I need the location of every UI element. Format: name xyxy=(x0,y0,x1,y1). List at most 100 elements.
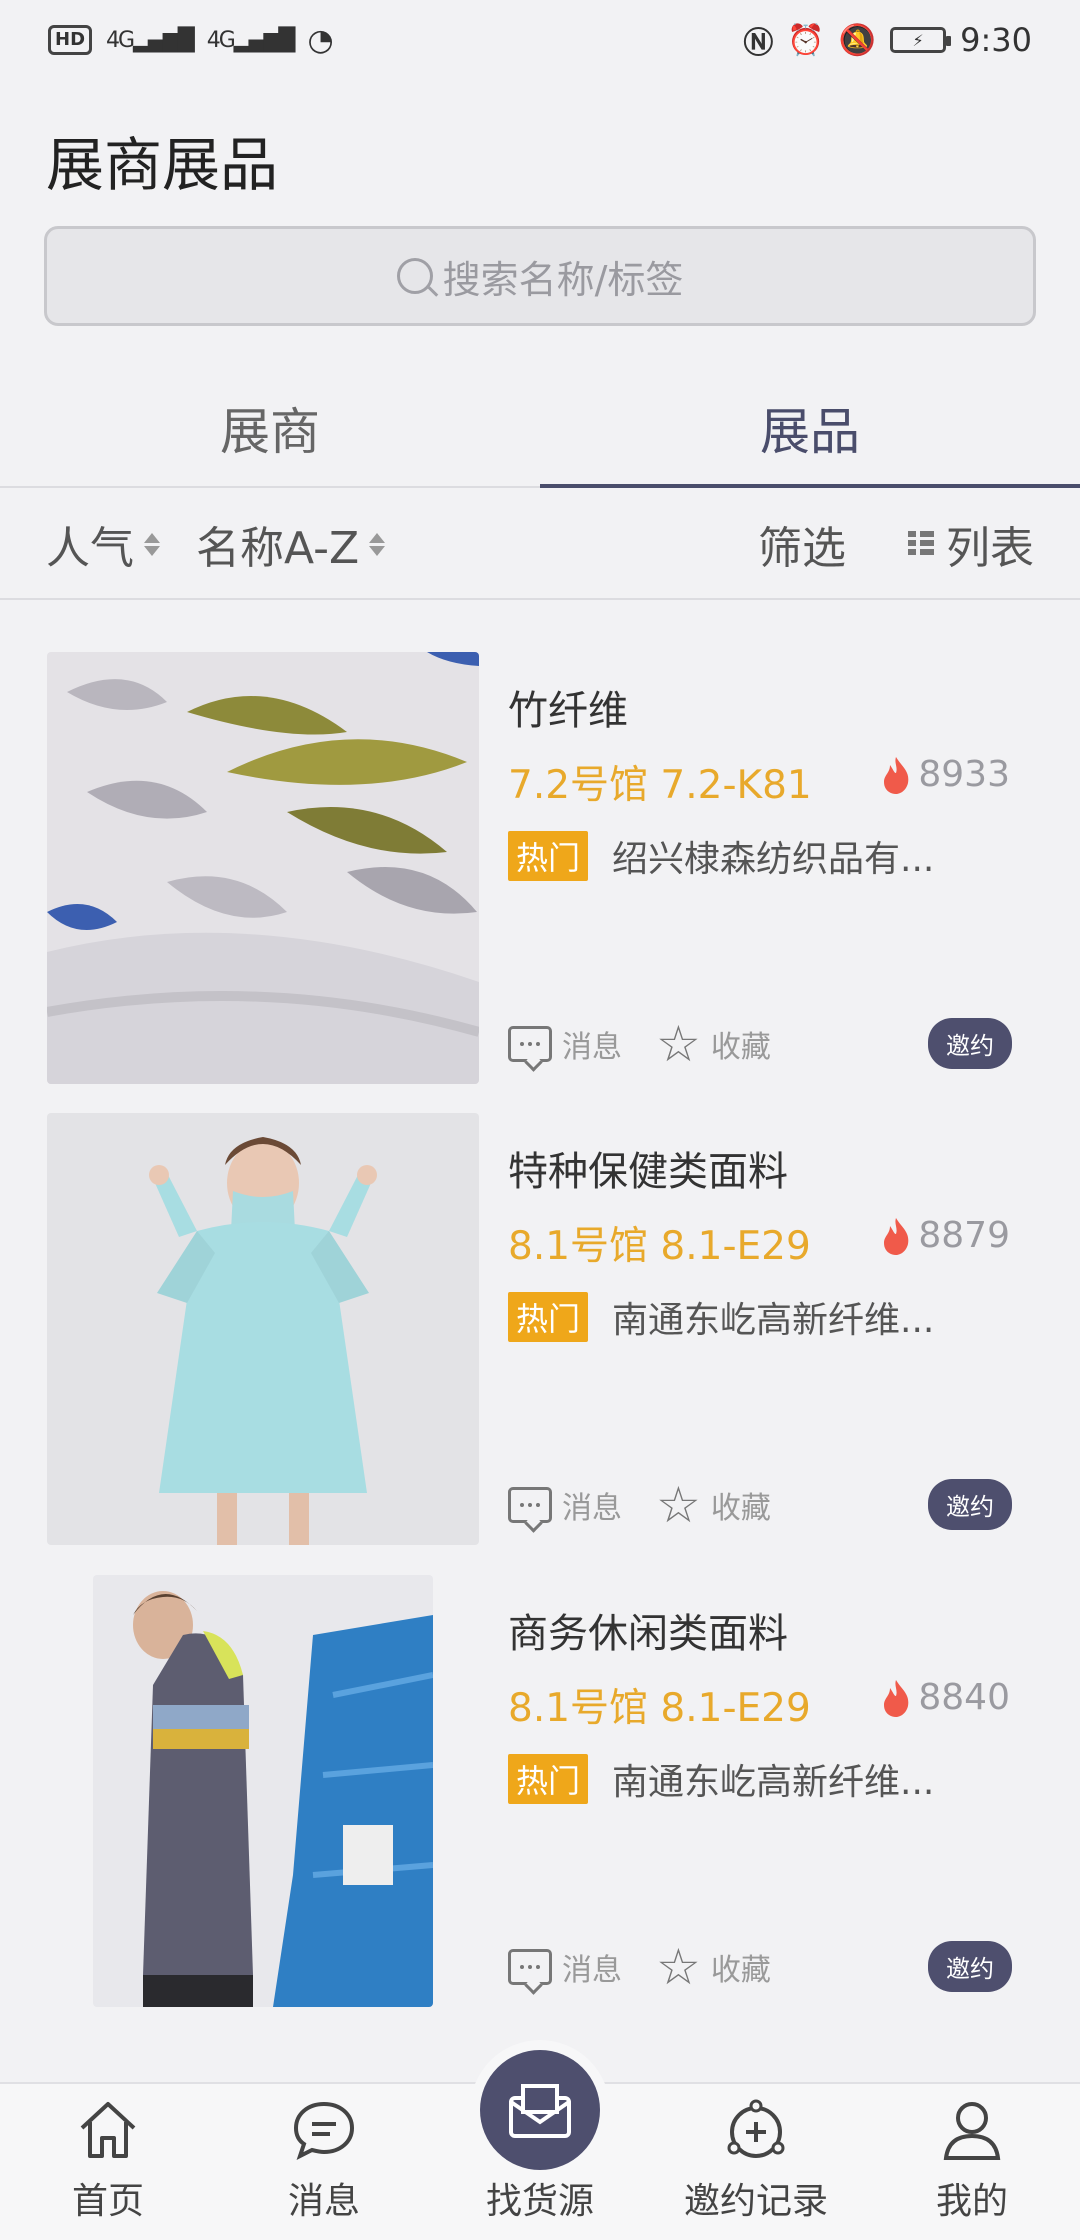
invite-button[interactable]: 邀约 xyxy=(928,1479,1012,1530)
tab-exhibitors[interactable]: 展商 xyxy=(0,370,540,486)
invite-button[interactable]: 邀约 xyxy=(928,1018,1012,1069)
favorite-label: 收藏 xyxy=(710,1952,771,1988)
product-actions: 消息 ☆ 收藏 邀约 xyxy=(508,1479,1012,1530)
heat-value: 8933 xyxy=(918,754,1010,795)
sort-arrows-icon xyxy=(369,532,386,556)
filter-button[interactable]: 筛选 xyxy=(758,512,846,576)
nav-messages[interactable]: 消息 xyxy=(216,2084,432,2240)
find-supply-fab[interactable] xyxy=(480,2050,600,2170)
nav-invite-records-label: 邀约记录 xyxy=(683,2181,828,2222)
product-image xyxy=(93,1575,433,2007)
product-name: 特种保健类面料 xyxy=(508,1149,788,1195)
status-left: HD 4G▂▄▆█ 4G▂▄▆█ ◔ xyxy=(48,23,334,58)
heat-value: 8840 xyxy=(918,1677,1010,1718)
product-actions: 消息 ☆ 收藏 邀约 xyxy=(508,1941,1012,1992)
message-icon xyxy=(508,1948,552,1985)
invite-button[interactable]: 邀约 xyxy=(928,1941,1012,1992)
alarm-icon: ⏰ xyxy=(787,22,825,58)
booth-location: 8.1号馆 8.1-E29 xyxy=(508,1224,811,1269)
list-view-button[interactable]: 列表 xyxy=(908,512,1034,576)
tag-row: 热门 南通东屹高新纤维... xyxy=(508,1291,934,1343)
flame-icon xyxy=(884,1217,909,1255)
nav-home-label: 首页 xyxy=(71,2181,144,2222)
nfc-icon: Ⓝ xyxy=(743,26,774,61)
message-icon xyxy=(508,1025,552,1062)
booth-location: 7.2号馆 7.2-K81 xyxy=(508,763,812,808)
nav-profile-label: 我的 xyxy=(935,2181,1008,2222)
sort-popularity-label: 人气 xyxy=(46,523,134,574)
hot-badge: 热门 xyxy=(508,1292,589,1342)
invite-record-icon xyxy=(727,2099,785,2158)
company-name[interactable]: 南通东屹高新纤维... xyxy=(612,1291,934,1343)
nav-messages-label: 消息 xyxy=(287,2181,360,2222)
mute-icon: 🔕 xyxy=(838,22,877,58)
favorite-button[interactable]: ☆ 收藏 xyxy=(656,1480,771,1530)
user-icon xyxy=(943,2102,1001,2160)
favorite-label: 收藏 xyxy=(710,1490,771,1526)
battery-icon: ⚡ xyxy=(890,27,952,53)
network-type-2: 4G xyxy=(206,27,236,53)
clock: 9:30 xyxy=(960,21,1032,59)
signal-icon: 4G▂▄▆█ xyxy=(106,27,195,53)
product-name: 商务休闲类面料 xyxy=(508,1611,788,1657)
heat-count: 8840 xyxy=(880,1677,1010,1718)
company-name[interactable]: 绍兴棣森纺织品有... xyxy=(612,830,934,882)
search-placeholder: 搜索名称/标签 xyxy=(442,257,684,302)
nav-profile[interactable]: 我的 xyxy=(864,2084,1080,2240)
sort-arrows-icon xyxy=(144,532,160,556)
sort-name[interactable]: 名称A-Z xyxy=(196,512,386,576)
star-icon: ☆ xyxy=(656,1937,701,1996)
wifi-icon: ◔ xyxy=(307,22,334,58)
heat-count: 8933 xyxy=(880,754,1010,795)
tab-bar: 展商 展品 xyxy=(0,370,1080,488)
search-icon xyxy=(396,258,433,294)
favorite-button[interactable]: ☆ 收藏 xyxy=(656,1019,771,1069)
search-input[interactable]: 搜索名称/标签 xyxy=(44,226,1036,326)
home-icon xyxy=(80,2102,136,2158)
nav-home[interactable]: 首页 xyxy=(0,2084,216,2240)
list-item[interactable]: 特种保健类面料 8.1号馆 8.1-E29 8879 热门 南通东屹高新纤维..… xyxy=(0,1113,1080,1545)
signal-icon: 4G▂▄▆█ xyxy=(206,27,296,53)
list-item[interactable]: 竹纤维 7.2号馆 7.2-K81 8933 热门 绍兴棣森纺织品有... 消息… xyxy=(0,652,1080,1084)
nav-find-supply-label: 找货源 xyxy=(485,2181,594,2222)
heat-count: 8879 xyxy=(880,1215,1010,1256)
nav-invite-records[interactable]: 邀约记录 xyxy=(648,2084,864,2240)
tab-products[interactable]: 展品 xyxy=(540,370,1080,488)
sort-bar: 人气 名称A-Z 筛选 列表 xyxy=(0,490,1080,600)
tag-row: 热门 南通东屹高新纤维... xyxy=(508,1753,934,1805)
product-name: 竹纤维 xyxy=(508,688,628,734)
star-icon: ☆ xyxy=(656,1475,701,1534)
status-bar: HD 4G▂▄▆█ 4G▂▄▆█ ◔ Ⓝ ⏰ 🔕 ⚡ 9:30 xyxy=(0,0,1080,80)
sort-popularity[interactable]: 人气 xyxy=(46,512,160,576)
product-image xyxy=(47,1113,479,1545)
sort-name-label: 名称A-Z xyxy=(196,523,360,574)
hd-indicator: HD xyxy=(48,25,93,55)
star-icon: ☆ xyxy=(656,1014,701,1073)
tag-row: 热门 绍兴棣森纺织品有... xyxy=(508,830,934,882)
hot-badge: 热门 xyxy=(508,1754,589,1804)
favorite-button[interactable]: ☆ 收藏 xyxy=(656,1942,771,1992)
product-actions: 消息 ☆ 收藏 邀约 xyxy=(508,1018,1012,1069)
status-right: Ⓝ ⏰ 🔕 ⚡ 9:30 xyxy=(743,18,1032,62)
product-image xyxy=(47,652,479,1084)
list-item[interactable]: 商务休闲类面料 8.1号馆 8.1-E29 8840 热门 南通东屹高新纤维..… xyxy=(0,1575,1080,2007)
message-button[interactable]: 消息 xyxy=(508,1483,622,1527)
page-title: 展商展品 xyxy=(46,131,279,199)
mail-icon xyxy=(509,2084,571,2138)
flame-icon xyxy=(884,756,909,794)
message-label: 消息 xyxy=(562,1952,622,1988)
list-view-label: 列表 xyxy=(946,523,1034,574)
message-icon xyxy=(508,1486,552,1523)
hot-badge: 热门 xyxy=(508,831,589,881)
message-label: 消息 xyxy=(562,1029,622,1065)
list-icon xyxy=(908,531,934,557)
booth-location: 8.1号馆 8.1-E29 xyxy=(508,1686,811,1731)
message-button[interactable]: 消息 xyxy=(508,1945,622,1989)
flame-icon xyxy=(884,1679,909,1717)
chat-icon xyxy=(293,2101,355,2160)
network-type-1: 4G xyxy=(106,27,135,53)
company-name[interactable]: 南通东屹高新纤维... xyxy=(612,1753,934,1805)
message-label: 消息 xyxy=(562,1490,622,1526)
message-button[interactable]: 消息 xyxy=(508,1022,622,1066)
heat-value: 8879 xyxy=(918,1215,1010,1256)
